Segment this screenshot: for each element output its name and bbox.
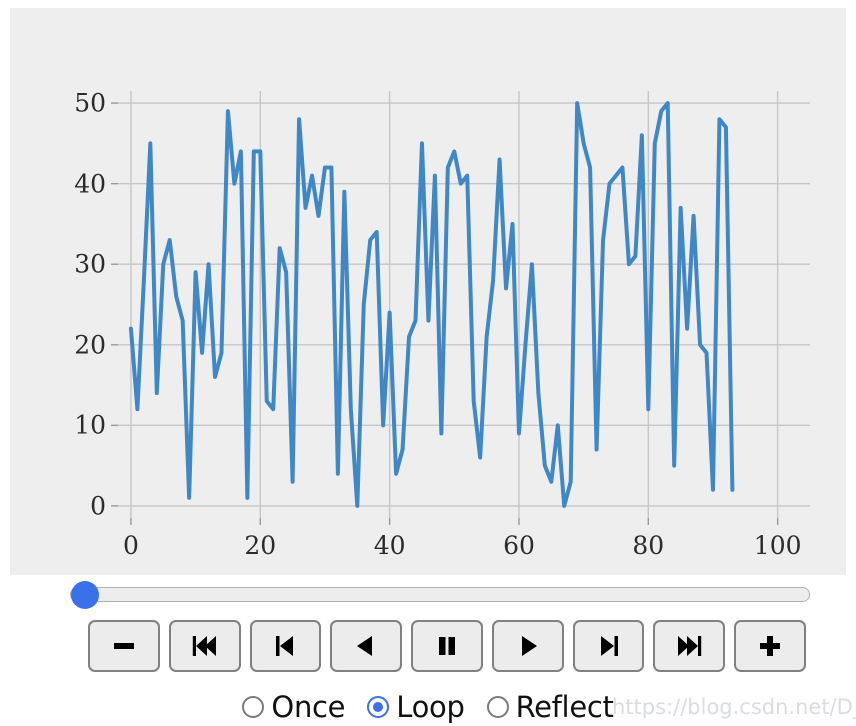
decrement-speed-button[interactable] — [88, 620, 160, 672]
skip-forward-icon — [675, 632, 703, 660]
x-tick-label: 40 — [373, 531, 406, 560]
matplotlib-figure: 0 10 20 30 40 50 0 20 40 60 80 100 — [10, 8, 846, 575]
x-tick-label: 100 — [753, 531, 802, 560]
radio-option-label: Loop — [396, 690, 465, 724]
radio-option-loop[interactable]: Loop — [367, 690, 465, 724]
plot-area[interactable]: 0 10 20 30 40 50 0 20 40 60 80 100 — [74, 89, 810, 560]
x-tick-label: 80 — [632, 531, 665, 560]
y-tick-label: 0 — [90, 491, 106, 521]
y-tick-label: 10 — [74, 410, 106, 440]
frame-slider-handle[interactable] — [71, 581, 99, 609]
jump-to-end-button[interactable] — [653, 620, 726, 672]
play-backward-button[interactable] — [330, 620, 403, 672]
pause-icon — [433, 632, 461, 660]
radio-option-label: Once — [271, 690, 346, 724]
minus-icon — [110, 632, 138, 660]
radio-circle-icon[interactable] — [242, 696, 265, 718]
radio-circle-icon[interactable] — [367, 696, 390, 718]
step-backward-icon — [271, 632, 299, 660]
animation-mode-selector: Once Loop Reflect — [0, 688, 856, 726]
radio-option-reflect[interactable]: Reflect — [486, 690, 614, 724]
step-backward-button[interactable] — [249, 620, 322, 672]
y-tick-label: 30 — [74, 249, 106, 279]
pause-button[interactable] — [411, 620, 483, 672]
x-tick-label: 20 — [244, 531, 277, 560]
y-tick-label: 40 — [74, 169, 106, 199]
step-forward-icon — [595, 632, 623, 660]
play-forward-icon — [514, 632, 542, 660]
play-forward-button[interactable] — [491, 620, 564, 672]
step-forward-button[interactable] — [572, 620, 645, 672]
radio-option-once[interactable]: Once — [242, 690, 346, 724]
radio-option-label: Reflect — [515, 690, 614, 724]
skip-backward-icon — [191, 632, 219, 660]
y-tick-label: 50 — [74, 88, 106, 118]
increment-speed-button[interactable] — [734, 620, 807, 672]
radio-circle-icon[interactable] — [486, 696, 509, 718]
data-series-line — [128, 101, 735, 508]
play-backward-icon — [352, 632, 380, 660]
chart-svg — [111, 91, 810, 525]
animation-slider-row[interactable] — [0, 578, 856, 610]
y-tick-label: 20 — [74, 330, 106, 360]
playback-control-bar — [88, 620, 807, 672]
x-tick-label: 0 — [122, 531, 139, 560]
jump-to-start-button[interactable] — [168, 620, 241, 672]
plus-icon — [756, 632, 784, 660]
frame-slider-track[interactable] — [70, 587, 810, 602]
x-tick-label: 60 — [503, 531, 535, 560]
